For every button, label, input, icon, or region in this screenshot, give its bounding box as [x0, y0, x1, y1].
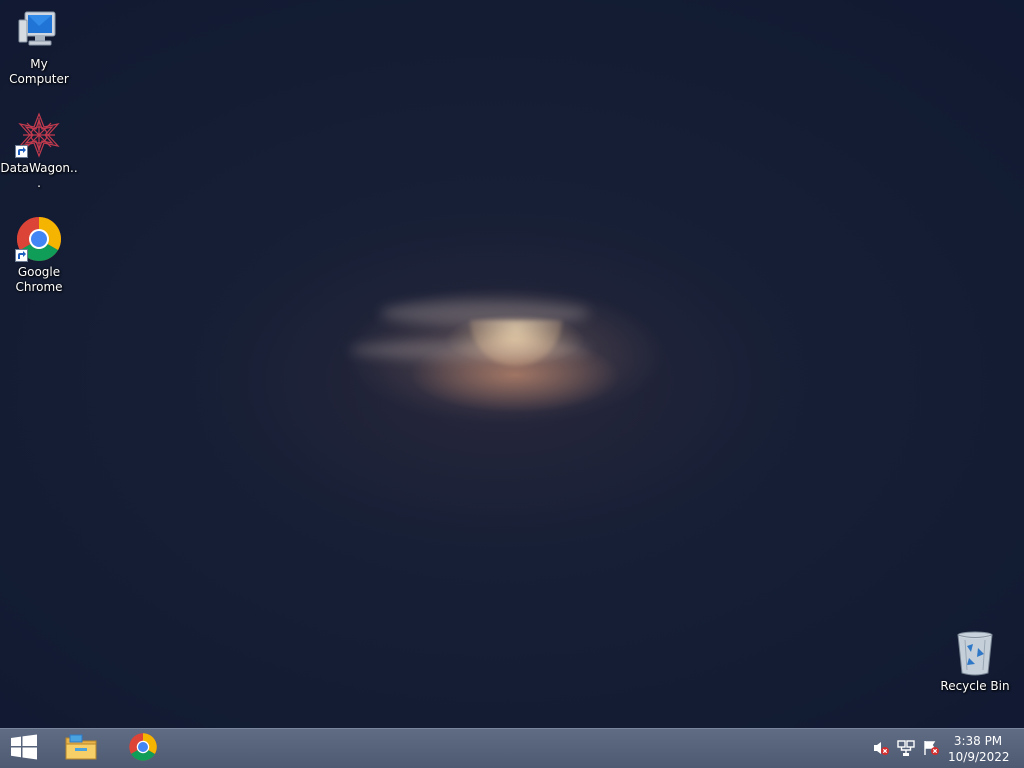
chrome-icon	[15, 216, 63, 262]
desktop-icon-label: Recycle Bin	[940, 679, 1010, 693]
shortcut-arrow-icon	[15, 145, 28, 158]
volume-muted-icon[interactable]	[872, 739, 890, 757]
taskbar-chrome[interactable]	[114, 729, 172, 768]
windows-logo-icon	[10, 734, 38, 764]
taskbar-file-explorer[interactable]	[52, 729, 110, 768]
desktop-icon-label: DataWagon...	[0, 161, 78, 190]
desktop-icon-recycle-bin[interactable]: Recycle Bin	[936, 630, 1014, 694]
clock-date: 10/9/2022	[948, 750, 1010, 764]
desktop-icon-my-computer[interactable]: My Computer	[0, 8, 78, 87]
recycle-bin-icon	[951, 630, 999, 676]
desktop-icon-label: My Computer	[9, 57, 69, 86]
desktop: My Computer DataWagon... Google Chrome R…	[0, 0, 1024, 768]
network-icon[interactable]	[897, 739, 915, 757]
computer-icon	[15, 8, 63, 54]
shortcut-arrow-icon	[15, 249, 28, 262]
action-center-icon[interactable]	[922, 739, 940, 757]
desktop-icon-google-chrome[interactable]: Google Chrome	[0, 216, 78, 295]
chrome-icon	[128, 732, 158, 766]
start-button[interactable]	[0, 729, 48, 768]
desktop-icon-label: Google Chrome	[15, 265, 63, 294]
datawagon-icon	[15, 112, 63, 158]
taskbar: 3:38 PM 10/9/2022	[0, 728, 1024, 768]
file-explorer-icon	[64, 733, 98, 765]
desktop-icon-datawagon[interactable]: DataWagon...	[0, 112, 78, 191]
clock-time: 3:38 PM	[953, 734, 1003, 748]
taskbar-clock[interactable]: 3:38 PM 10/9/2022	[948, 733, 1010, 765]
